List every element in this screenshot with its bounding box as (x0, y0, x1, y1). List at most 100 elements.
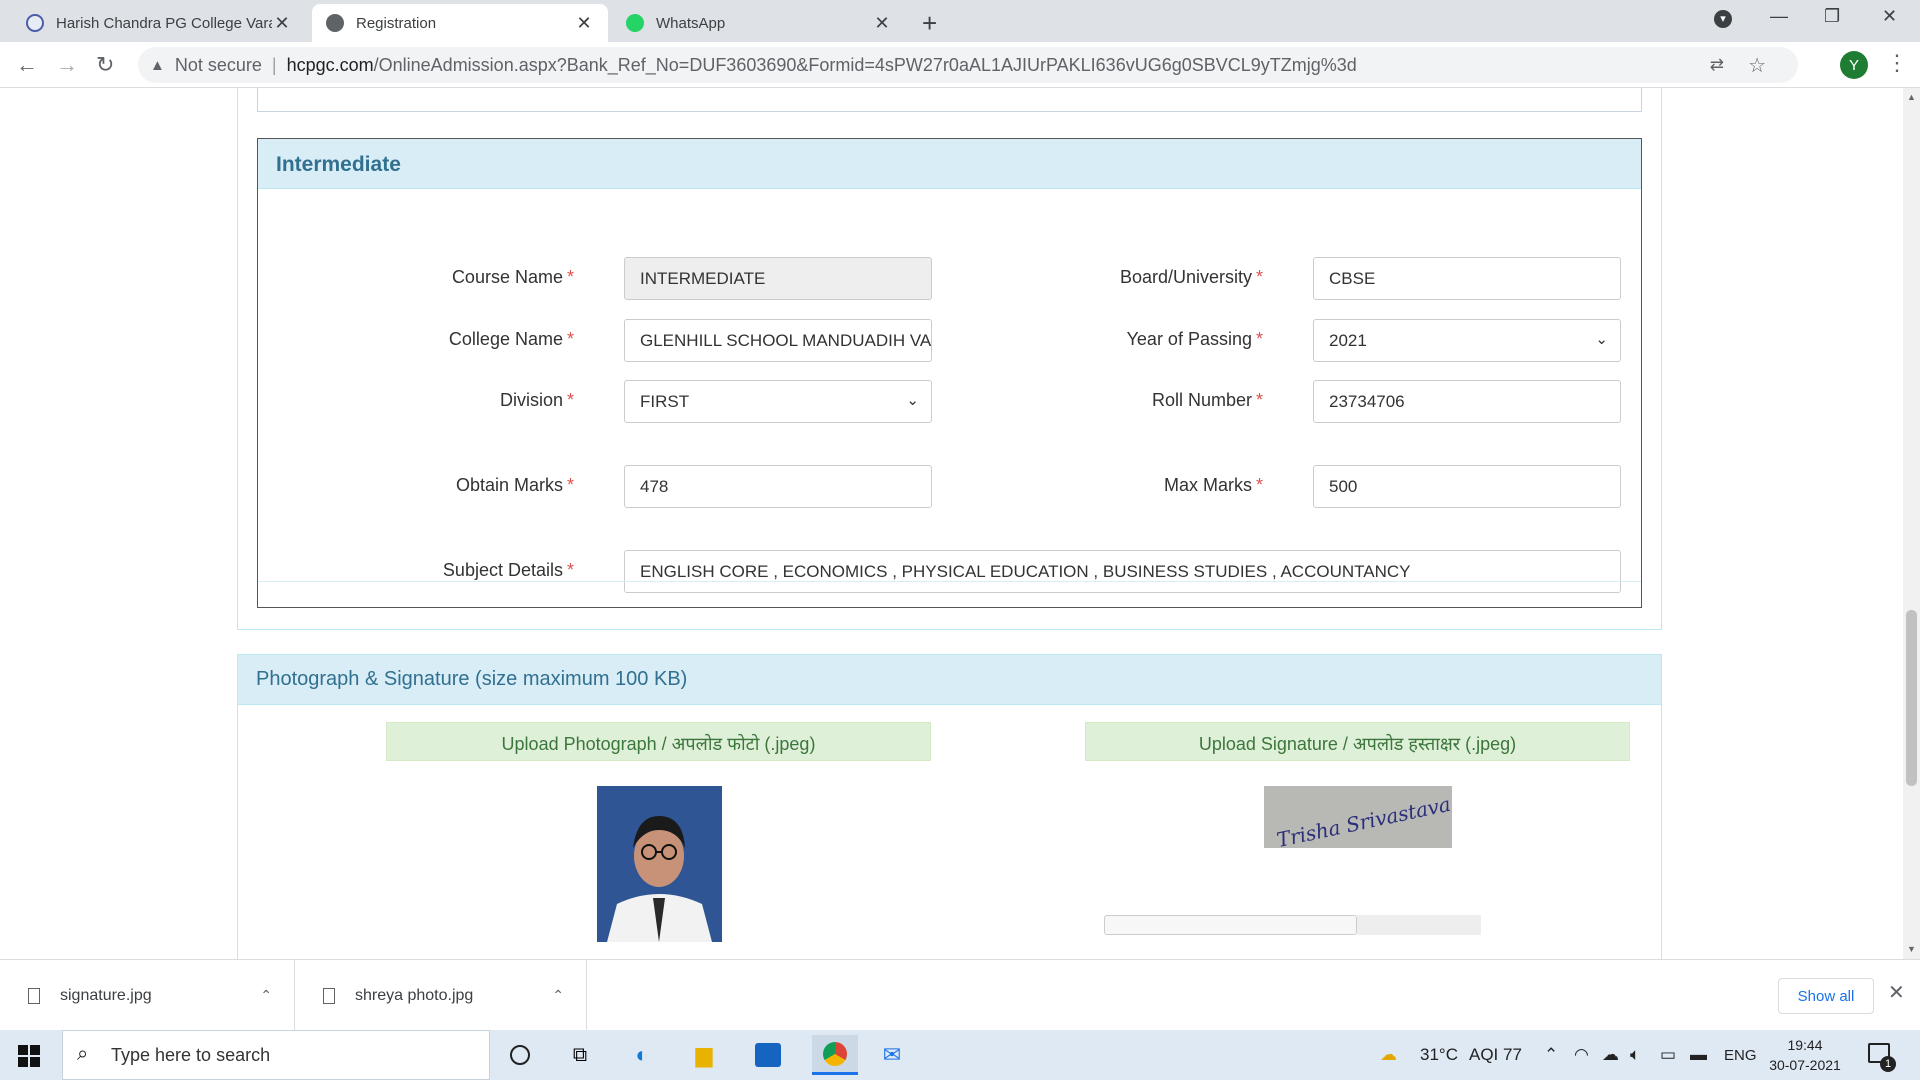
file-icon (323, 987, 335, 1004)
task-view-icon[interactable]: ⧉ (564, 1040, 596, 1070)
roll-number-label: Roll Number * (1151, 390, 1263, 410)
restore-icon[interactable]: ❐ (1824, 6, 1840, 27)
tab-search-icon[interactable]: ▾ (1714, 10, 1732, 28)
close-icon[interactable]: ✕ (272, 13, 292, 34)
back-arrow-icon[interactable]: ← (16, 52, 38, 78)
file-explorer-icon[interactable]: ▆ (688, 1040, 720, 1070)
dell-icon[interactable] (752, 1040, 784, 1070)
subject-details-label: Subject Details * (442, 560, 574, 580)
divider (258, 581, 1641, 582)
url-path: /OnlineAdmission.aspx?Bank_Ref_No=DUF360… (373, 54, 1357, 75)
tab-whatsapp[interactable]: WhatsApp ✕ (612, 4, 906, 42)
tab-college[interactable]: Harish Chandra PG College Varan ✕ (12, 4, 306, 42)
system-clock[interactable]: 19:44 30-07-2021 (1768, 1035, 1842, 1075)
mail-icon[interactable]: ✉ (876, 1040, 908, 1070)
obtain-marks-label: Obtain Marks * (455, 475, 574, 495)
page-content: Intermediate Course Name * INTERMEDIATE B… (0, 88, 1920, 959)
window-close-icon[interactable]: ✕ (1882, 6, 1897, 27)
signature-drawing: Trisha Srivastava (1264, 786, 1452, 848)
section-title: Intermediate (258, 139, 1641, 189)
menu-kebab-icon[interactable]: ⋮ (1886, 50, 1908, 76)
cortana-icon[interactable] (504, 1040, 536, 1070)
tab-registration[interactable]: Registration ✕ (312, 4, 608, 42)
battery-icon[interactable]: ▬ (1690, 1045, 1707, 1065)
clock-date: 30-07-2021 (1769, 1057, 1841, 1073)
tab-title: WhatsApp (656, 14, 726, 32)
college-name-label: College Name * (448, 329, 574, 349)
browser-toolbar: ← → ↻ ▲ Not secure | hcpgc.com/OnlineAdm… (0, 42, 1920, 88)
tab-title: Harish Chandra PG College Varan (56, 14, 272, 32)
chevron-up-icon[interactable]: ⌃ (260, 987, 272, 1004)
globe-icon (326, 14, 344, 32)
close-icon[interactable]: ✕ (1888, 980, 1905, 1005)
choose-file-input[interactable] (1104, 915, 1357, 935)
tab-title: Registration (356, 14, 437, 32)
scroll-up-icon[interactable]: ▲ (1907, 92, 1916, 102)
edge-icon[interactable]: ◐ (626, 1040, 658, 1070)
upload-button[interactable] (1357, 915, 1481, 935)
download-item[interactable]: signature.jpg ⌃ (0, 960, 295, 1031)
close-icon[interactable]: ✕ (574, 13, 594, 34)
previous-section-bottom (257, 88, 1642, 112)
search-icon: ⌕ (77, 1043, 89, 1065)
chrome-icon[interactable] (812, 1035, 858, 1075)
warning-icon: ▲ (150, 56, 165, 74)
weather-temp[interactable]: 31°C (1420, 1045, 1458, 1065)
chevron-down-icon: ⌄ (1595, 331, 1608, 348)
show-all-button[interactable]: Show all (1778, 978, 1874, 1014)
file-icon (28, 987, 40, 1004)
course-name-label: Course Name * (451, 267, 574, 287)
close-icon[interactable]: ✕ (872, 13, 892, 34)
security-label: Not secure (174, 54, 262, 75)
windows-start-icon[interactable] (18, 1045, 40, 1067)
weather-aqi[interactable]: AQI 77 (1469, 1045, 1522, 1065)
scrollbar-thumb[interactable] (1906, 610, 1917, 786)
weather-icon[interactable]: ☁ (1380, 1045, 1397, 1065)
division-select[interactable]: FIRST ⌄ (624, 380, 932, 423)
translate-icon[interactable]: ⇄ (1710, 55, 1724, 75)
college-name-input[interactable]: GLENHILL SCHOOL MANDUADIH VARANASI (624, 319, 932, 362)
taskbar-search-input[interactable]: ⌕ Type here to search (62, 1030, 490, 1080)
subject-details-input[interactable]: ENGLISH CORE , ECONOMICS , PHYSICAL EDUC… (624, 550, 1621, 593)
max-marks-input[interactable]: 500 (1313, 465, 1621, 508)
profile-avatar[interactable]: Y (1840, 51, 1868, 79)
course-name-input[interactable]: INTERMEDIATE (624, 257, 932, 300)
download-bar: signature.jpg ⌃ shreya photo.jpg ⌃ Show … (0, 959, 1920, 1031)
max-marks-label: Max Marks * (1163, 475, 1263, 495)
address-bar[interactable]: ▲ Not secure | hcpgc.com/OnlineAdmission… (138, 47, 1798, 83)
selected-value: FIRST (640, 392, 690, 411)
obtain-marks-input[interactable]: 478 (624, 465, 932, 508)
chevron-up-icon[interactable]: ⌃ (552, 987, 564, 1004)
year-of-passing-select[interactable]: 2021 ⌄ (1313, 319, 1621, 362)
scroll-down-icon[interactable]: ▼ (1907, 944, 1916, 954)
chevron-down-icon: ⌄ (906, 392, 919, 409)
cloud-icon[interactable]: ☁ (1602, 1045, 1619, 1065)
wifi-icon[interactable]: ◠ (1574, 1045, 1589, 1065)
tab-strip: Harish Chandra PG College Varan ✕ Regist… (0, 0, 1920, 42)
roll-number-input[interactable]: 23734706 (1313, 380, 1621, 423)
upload-signature-label[interactable]: Upload Signature / अपलोड हस्ताक्षर (.jpe… (1085, 722, 1630, 761)
upload-photo-label[interactable]: Upload Photograph / अपलोड फोटो (.jpeg) (386, 722, 931, 761)
year-of-passing-label: Year of Passing * (1126, 329, 1263, 349)
display-icon[interactable]: ▭ (1660, 1045, 1676, 1065)
forward-arrow-icon[interactable]: → (56, 52, 78, 78)
volume-icon[interactable]: 🔈︎ (1630, 1045, 1640, 1065)
new-tab-button[interactable]: + (922, 8, 937, 39)
page-scrollbar[interactable]: ▲ ▼ (1903, 88, 1920, 959)
bookmark-star-icon[interactable]: ☆ (1748, 53, 1766, 78)
selected-value: 2021 (1329, 331, 1367, 350)
reload-icon[interactable]: ↻ (96, 52, 114, 78)
student-photo (597, 786, 722, 942)
signature-image: Trisha Srivastava (1264, 786, 1452, 848)
board-input[interactable]: CBSE (1313, 257, 1621, 300)
whatsapp-icon (626, 14, 644, 32)
photo-signature-panel: Photograph & Signature (size maximum 100… (237, 654, 1662, 959)
windows-taskbar: ⌕ Type here to search ⧉ ◐ ▆ ✉ ☁ 31°C AQI… (0, 1030, 1920, 1080)
section-title: Photograph & Signature (size maximum 100… (238, 655, 1661, 705)
language-indicator[interactable]: ENG (1724, 1047, 1757, 1064)
minimize-icon[interactable]: — (1770, 6, 1788, 27)
download-item[interactable]: shreya photo.jpg ⌃ (295, 960, 587, 1031)
search-placeholder: Type here to search (111, 1044, 271, 1065)
chevron-up-icon[interactable]: ⌃ (1544, 1045, 1558, 1065)
division-label: Division * (499, 390, 574, 410)
